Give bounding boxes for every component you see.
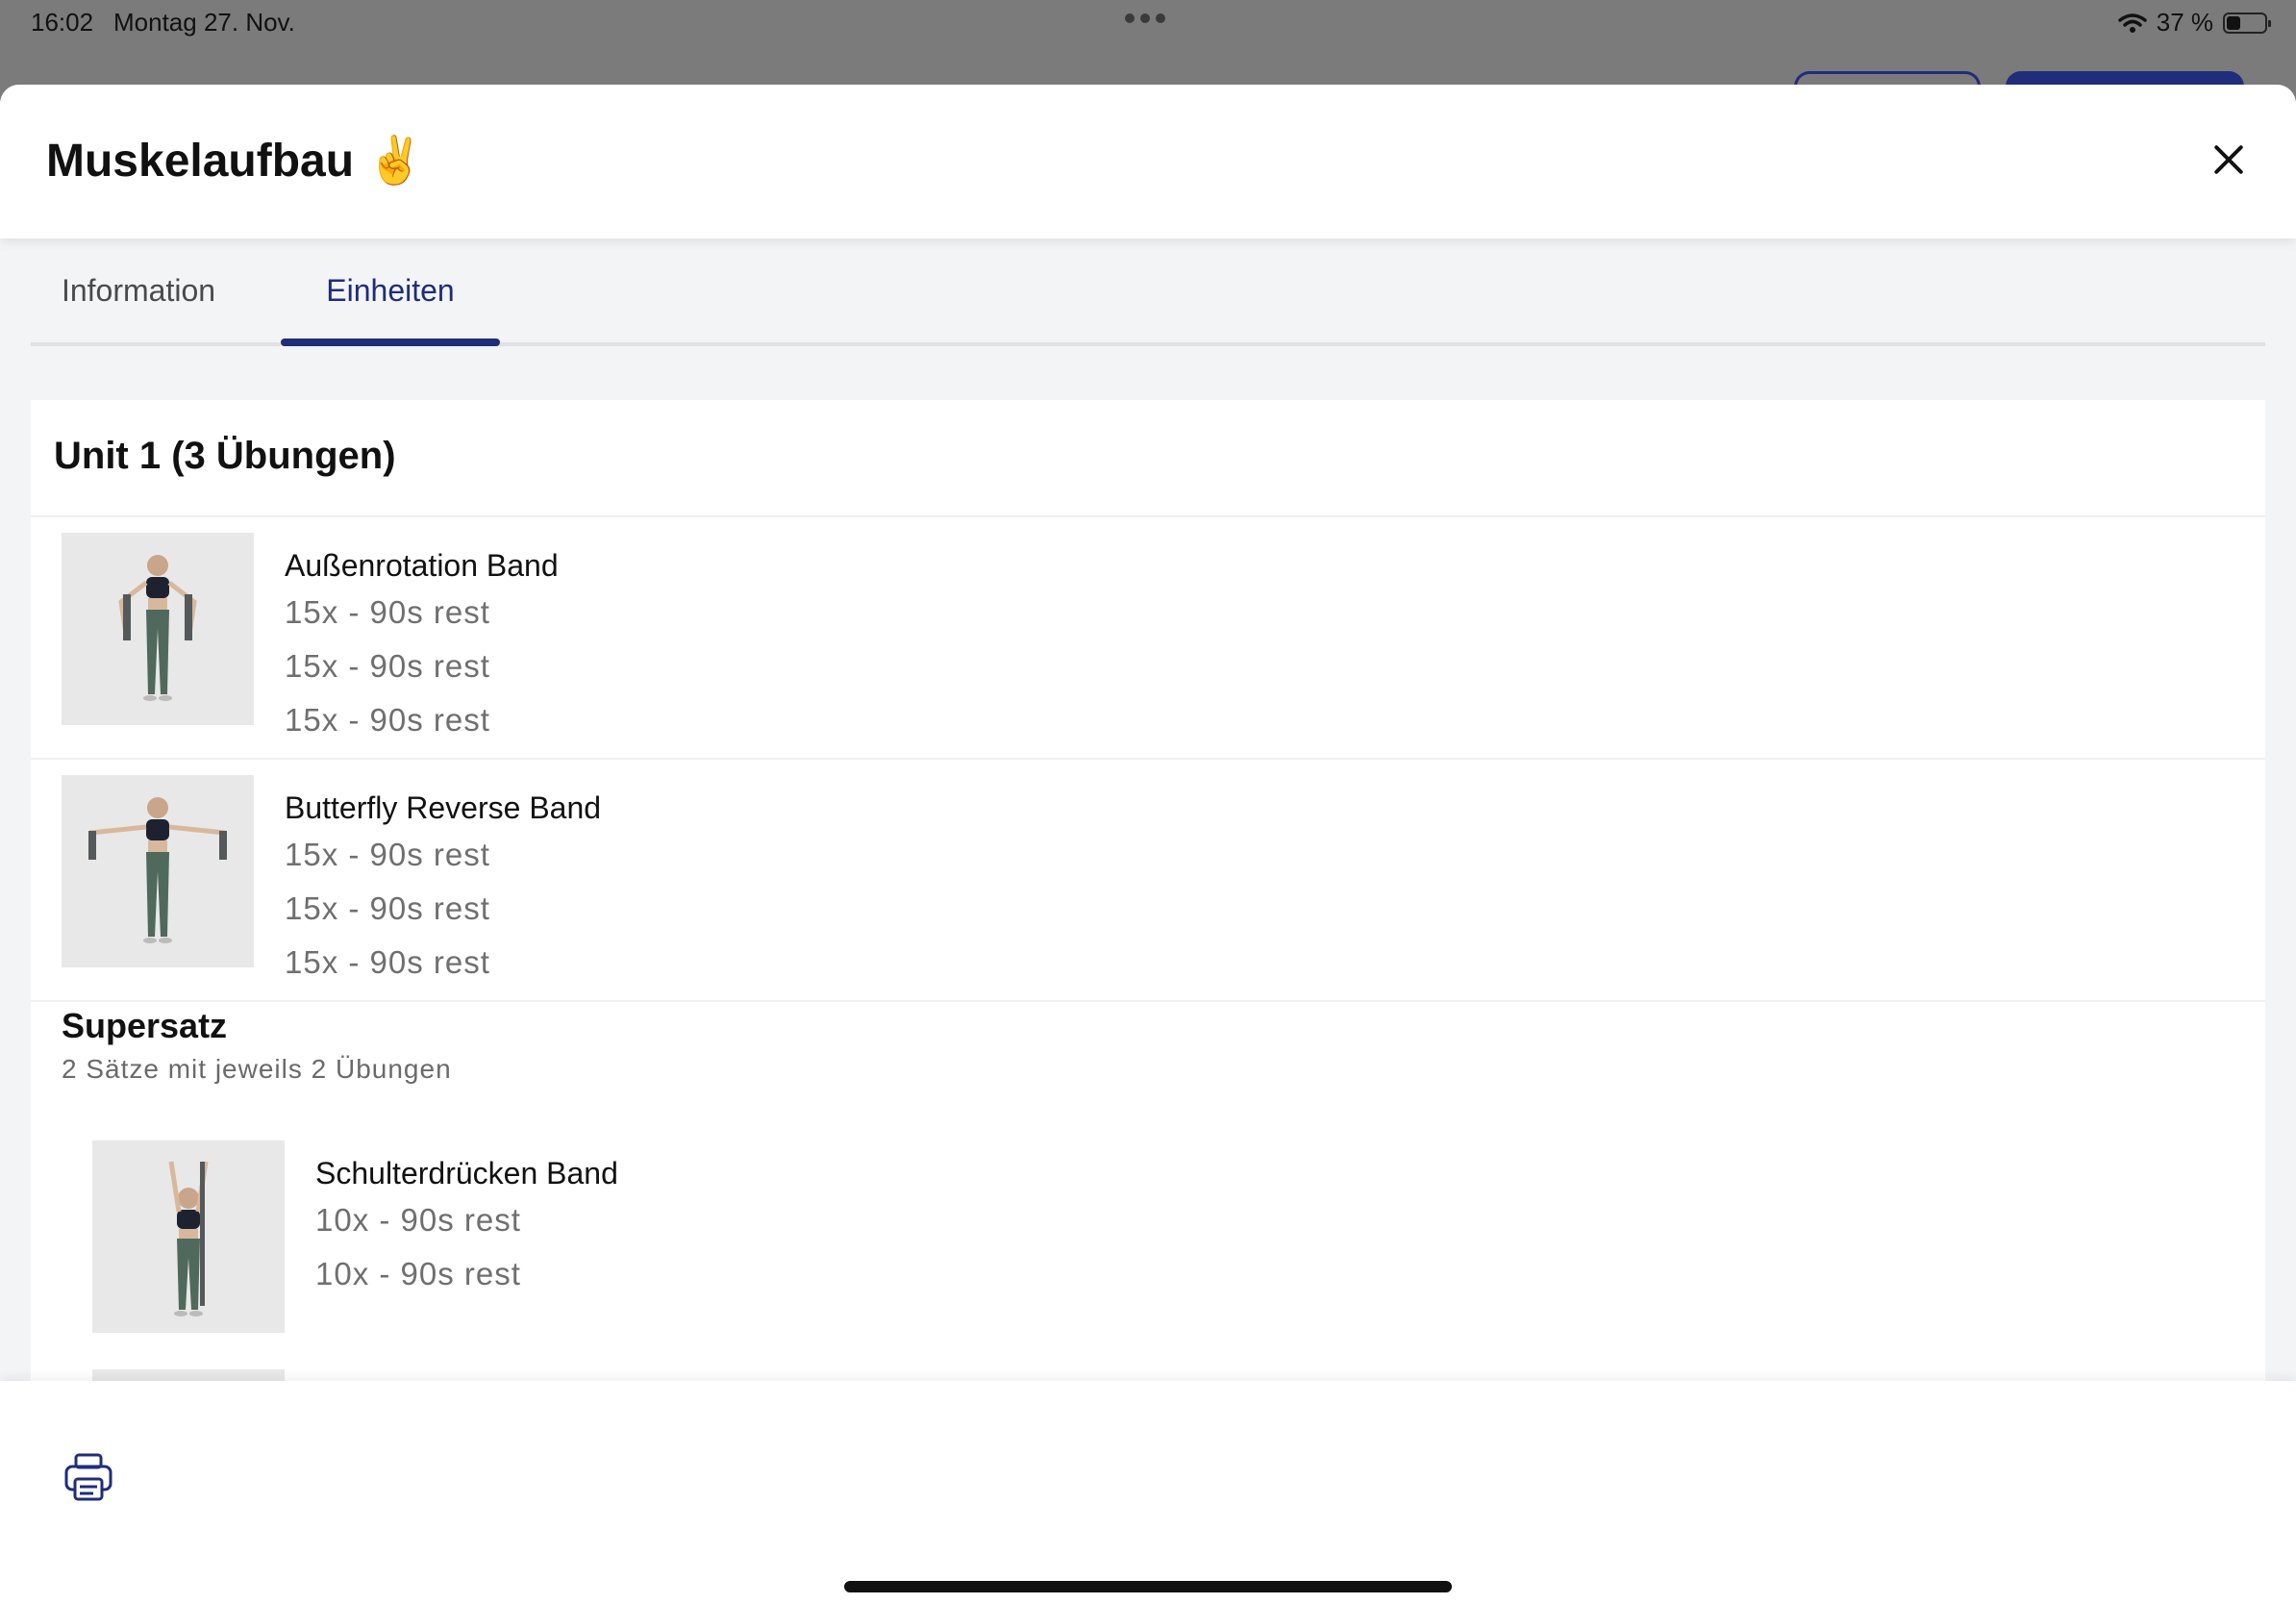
exercise-set: 10x - 90s rest [315,1256,521,1291]
status-time: 16:02 [31,8,94,37]
superset-title: Supersatz [62,1006,228,1045]
unit-title: Unit 1 (3 Übungen) [54,435,396,477]
exercise-set: 15x - 90s rest [285,594,490,630]
status-indicators: 37 % [2117,8,2271,38]
wifi-icon [2117,13,2147,33]
exercise-image [92,1140,285,1333]
exercise-set: 15x - 90s rest [285,702,490,738]
battery-percent: 37 % [2156,8,2213,37]
divider [31,515,2265,517]
status-date: Montag 27. Nov. [113,8,295,37]
page-title: Muskelaufbau ✌️ [46,136,425,187]
divider [31,758,2265,760]
exercise-name: Schulterdrücken Band [315,1156,618,1190]
sheet-footer [0,1381,2296,1604]
exercise-set: 10x - 90s rest [315,1202,521,1238]
sheet-header: Muskelaufbau ✌️ [0,85,2296,238]
home-indicator[interactable] [844,1581,1452,1592]
superset-subtitle: 2 Sätze mit jeweils 2 Übungen [62,1054,452,1084]
exercise-name: Außenrotation Band [285,548,559,583]
exercise-set: 15x - 90s rest [285,648,490,684]
exercise-image [62,533,254,725]
printer-icon[interactable] [63,1452,113,1502]
tab-einheiten[interactable]: Einheiten [281,238,500,346]
tab-information[interactable]: Information [31,238,246,342]
unit-card: Unit 1 (3 Übungen) Außenrotation Band 15… [31,400,2265,1562]
status-bar: 16:02 Montag 27. Nov. 37 % [0,0,2296,46]
tab-bar: Information Einheiten [31,238,2265,346]
multitasking-dots-icon[interactable] [1125,13,1165,23]
close-icon[interactable] [2206,138,2252,185]
plan-sheet: Muskelaufbau ✌️ Information Einheiten Un… [0,85,2296,1604]
exercise-set: 15x - 90s rest [285,944,490,980]
exercise-set: 15x - 90s rest [285,837,490,872]
exercise-set: 15x - 90s rest [285,890,490,926]
exercise-name: Butterfly Reverse Band [285,790,602,825]
battery-icon [2223,12,2271,34]
divider [31,1000,2265,1002]
exercise-image [62,775,254,967]
